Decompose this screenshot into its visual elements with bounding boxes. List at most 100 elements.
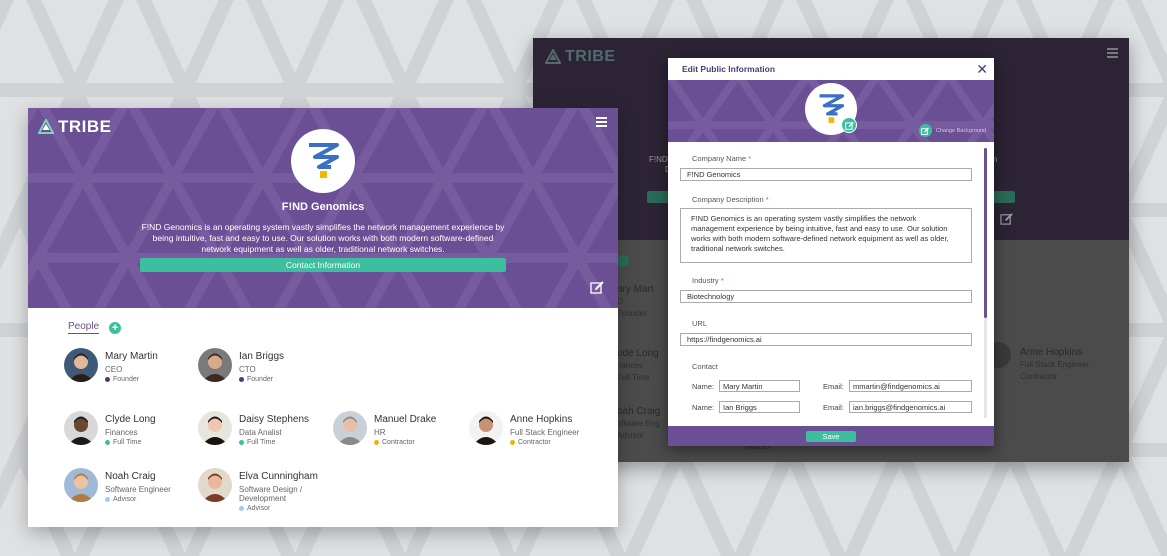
add-person-button[interactable]: +	[109, 321, 122, 334]
modal-form: Company Name * F!ND Genomics Company Des…	[668, 142, 994, 426]
person-name[interactable]: Daisy Stephens	[239, 414, 309, 425]
person-status: Founder	[105, 376, 158, 383]
status-label: Contractor	[382, 439, 415, 446]
person-card[interactable]: Daisy Stephens Data Analist Full Time	[198, 411, 309, 446]
person-role: CTO	[239, 365, 256, 374]
contact-label: Contact	[692, 362, 718, 371]
person-name[interactable]: Ian Briggs	[239, 351, 284, 362]
status-dot	[374, 440, 379, 445]
ghost-edit-icon	[1000, 213, 1013, 225]
ghost-text: Full Time	[617, 373, 650, 382]
company-name-label: Company Name *	[692, 154, 752, 163]
person-status: Contractor	[510, 439, 579, 446]
menu-icon[interactable]	[596, 117, 607, 127]
contact-email-label: Email:	[823, 382, 844, 391]
person-card[interactable]: Noah Craig Software Engineer Advisor	[64, 468, 171, 503]
person-name[interactable]: Manuel Drake	[374, 414, 436, 425]
status-dot	[239, 506, 244, 511]
person-card[interactable]: Mary Martin CEO Founder	[64, 348, 158, 383]
ghost-text: oftware Eng	[617, 419, 660, 428]
contact-name-label: Name:	[692, 403, 715, 412]
person-role: Software Design / Development	[239, 485, 303, 503]
company-description: F!ND Genomics is an operating system vas…	[141, 222, 505, 254]
avatar[interactable]	[198, 348, 232, 382]
tribe-logo-icon	[545, 49, 561, 64]
close-icon[interactable]: ✕	[976, 62, 988, 76]
ghost-text: Advisor	[617, 431, 644, 440]
industry-input[interactable]: Biotechnology	[680, 290, 972, 303]
background-brand-name: TRIBE	[565, 48, 616, 65]
person-role: CEO	[105, 365, 123, 374]
edit-logo-button[interactable]	[841, 117, 857, 133]
person-name[interactable]: Noah Craig	[105, 471, 171, 482]
avatar[interactable]	[469, 411, 503, 445]
contact-email-label: Email:	[823, 403, 844, 412]
person-status: Full Time	[105, 439, 156, 446]
scrollbar-thumb[interactable]	[984, 148, 987, 318]
person-card[interactable]: Ian Briggs CTO Founder	[198, 348, 284, 383]
avatar[interactable]	[64, 468, 98, 502]
background-brand: TRIBE	[545, 48, 616, 66]
person-card[interactable]: Anne Hopkins Full Stack Engineer Contrac…	[469, 411, 579, 446]
person-role: HR	[374, 428, 386, 437]
person-card[interactable]: Manuel Drake HR Contractor	[333, 411, 436, 446]
ghost-text: Founder	[617, 309, 647, 318]
status-label: Founder	[247, 376, 274, 383]
tribe-logo-icon	[38, 119, 54, 134]
url-label: URL	[692, 319, 708, 328]
company-name: F!ND Genomics	[281, 201, 365, 213]
find-genomics-logo-icon	[309, 143, 339, 178]
person-role: Full Stack Engineer	[510, 428, 580, 437]
edit-icon[interactable]	[590, 280, 604, 294]
ghost-text: Anne Hopkins	[1020, 347, 1083, 358]
person-status: Advisor	[105, 496, 171, 503]
person-card[interactable]: Clyde Long Finances Full Time	[64, 411, 156, 446]
person-status: Contractor	[374, 439, 436, 446]
contact-name-label: Name:	[692, 382, 715, 391]
avatar[interactable]	[64, 348, 98, 382]
ghost-text: ary Mart	[617, 284, 654, 295]
avatar[interactable]	[198, 468, 232, 502]
status-label: Advisor	[113, 496, 137, 503]
edit-icon	[844, 121, 854, 130]
people-header: People +	[68, 321, 122, 334]
company-name-input[interactable]: F!ND Genomics	[680, 168, 972, 181]
industry-label: Industry *	[692, 276, 724, 285]
brand[interactable]: TRIBE	[38, 117, 112, 137]
company-profile-window: TRIBE F!ND Genomics F!ND Genomics is an …	[28, 108, 618, 527]
status-dot	[239, 377, 244, 382]
modal-scrollbar[interactable]	[984, 148, 987, 418]
status-dot	[105, 440, 110, 445]
edit-public-information-modal: Edit Public Information ✕ Change Backgro…	[668, 58, 994, 446]
contact-name-input[interactable]: Mary Martin	[719, 380, 800, 392]
person-card[interactable]: Elva Cunningham Software Design / Develo…	[198, 468, 325, 512]
contact-information-button[interactable]: Contact Information	[140, 258, 506, 272]
contact-name-input[interactable]: Ian Briggs	[719, 401, 800, 413]
company-description-textarea[interactable]: F!ND Genomics is an operating system vas…	[680, 208, 972, 263]
status-dot	[105, 497, 110, 502]
status-label: Founder	[113, 376, 140, 383]
person-status: Full Time	[239, 439, 309, 446]
change-background-label: Change Background	[935, 127, 986, 134]
avatar[interactable]	[198, 411, 232, 445]
avatar[interactable]	[64, 411, 98, 445]
save-button[interactable]: Save	[806, 430, 856, 442]
ghost-text: ude Long	[617, 348, 659, 359]
tab-people[interactable]: People	[68, 321, 100, 334]
ghost-text: F!ND	[649, 155, 668, 164]
person-name[interactable]: Anne Hopkins	[510, 414, 579, 425]
contact-email-input[interactable]: mmartin@findgenomics.ai	[849, 380, 972, 392]
avatar[interactable]	[333, 411, 367, 445]
change-background-button[interactable]: Change Background	[918, 124, 986, 137]
person-name[interactable]: Clyde Long	[105, 414, 156, 425]
person-role: Software Engineer	[105, 485, 171, 494]
person-name[interactable]: Elva Cunningham	[239, 471, 325, 482]
person-name[interactable]: Mary Martin	[105, 351, 158, 362]
contact-email-input[interactable]: ian.briggs@findgenomics.ai	[849, 401, 972, 413]
person-role: Finances	[105, 428, 138, 437]
company-logo	[291, 129, 355, 193]
background-menu-icon	[1107, 48, 1118, 58]
company-hero: TRIBE F!ND Genomics F!ND Genomics is an …	[28, 108, 618, 308]
brand-name: TRIBE	[58, 117, 112, 136]
url-input[interactable]: https://findgenomics.ai	[680, 333, 972, 346]
